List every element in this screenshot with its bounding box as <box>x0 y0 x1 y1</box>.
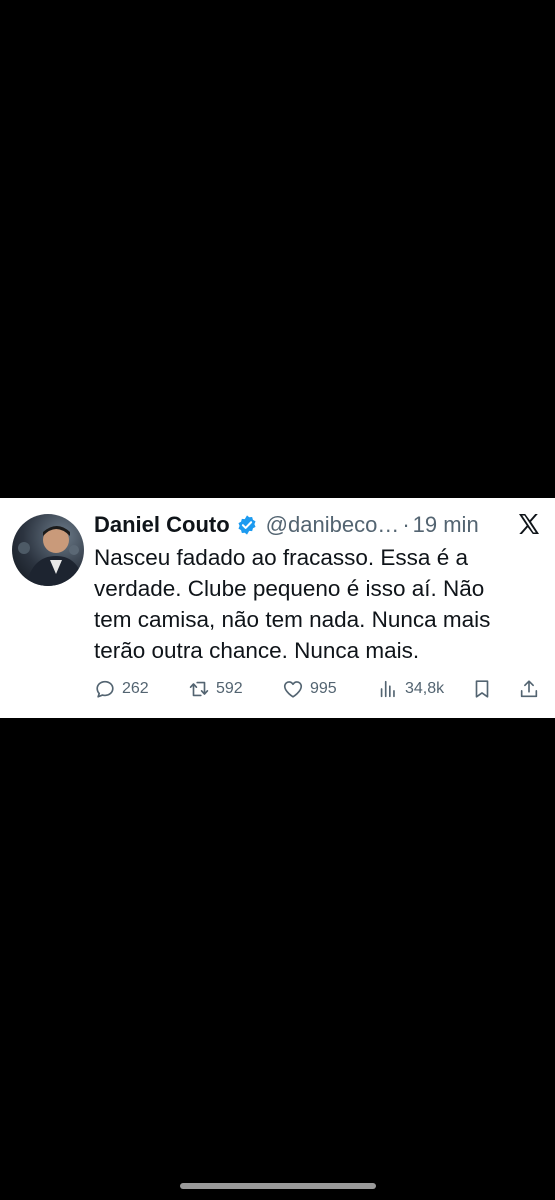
reply-button[interactable]: 262 <box>94 678 149 700</box>
avatar[interactable] <box>12 514 84 586</box>
reply-count: 262 <box>122 680 149 697</box>
retweet-count: 592 <box>216 680 243 697</box>
avatar-image <box>18 526 84 586</box>
tweet-text-line: tem camisa, não tem nada. Nunca mais <box>94 607 491 632</box>
tweet-card[interactable]: Daniel Couto @danibeco… · 19 min Nasceu … <box>0 498 555 718</box>
tweet-actions: 262 592 995 34,8k <box>94 676 543 702</box>
tweet-text-line: Nasceu fadado ao fracasso. Essa é a <box>94 545 468 570</box>
bookmark-icon <box>475 680 489 698</box>
like-count: 995 <box>310 680 337 697</box>
retweet-icon <box>189 681 209 697</box>
timestamp[interactable]: 19 min <box>413 512 479 538</box>
share-button[interactable] <box>518 678 540 700</box>
views-button[interactable]: 34,8k <box>377 678 444 700</box>
like-icon <box>283 681 303 698</box>
separator-dot: · <box>402 512 410 537</box>
views-count: 34,8k <box>405 680 445 697</box>
tweet-text-line: terão outra chance. Nunca mais. <box>94 638 420 663</box>
tweet-header: Daniel Couto @danibeco… · 19 min <box>94 510 543 540</box>
share-icon <box>520 680 538 698</box>
home-indicator[interactable] <box>180 1183 376 1189</box>
author-handle[interactable]: @danibeco… <box>266 512 400 538</box>
like-button[interactable]: 995 <box>282 678 337 700</box>
tweet-text: Nasceu fadado ao fracasso. Essa é a verd… <box>94 542 539 666</box>
verified-badge-icon <box>238 515 256 535</box>
author-name[interactable]: Daniel Couto <box>94 512 230 538</box>
tweet-text-line: verdade. Clube pequeno é isso aí. Não <box>94 576 485 601</box>
x-logo-icon[interactable] <box>517 512 541 536</box>
retweet-button[interactable]: 592 <box>188 678 243 700</box>
bookmark-button[interactable] <box>471 678 493 700</box>
views-icon <box>380 680 395 698</box>
reply-icon <box>96 680 114 698</box>
